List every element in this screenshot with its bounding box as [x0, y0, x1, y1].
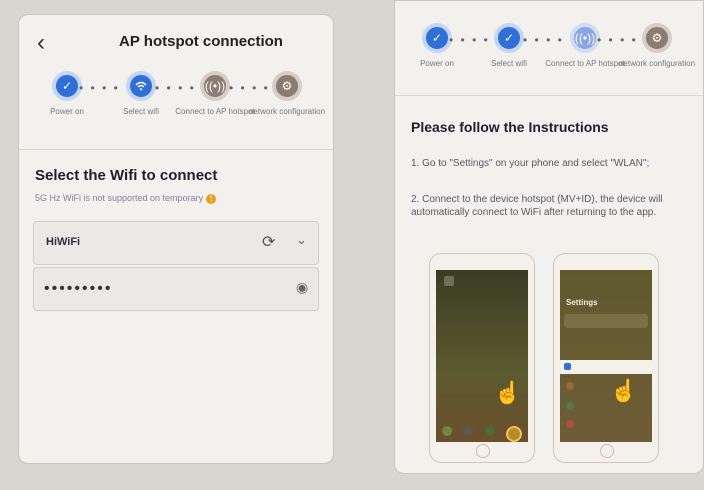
- check-icon: ✓: [422, 23, 452, 53]
- step-label: Power on: [50, 107, 84, 116]
- instructions-heading: Please follow the Instructions: [411, 119, 609, 135]
- step-network-config: ⚙ network configuration: [247, 71, 327, 116]
- back-arrow-icon[interactable]: ‹: [37, 29, 45, 57]
- hand-icon: ☝: [494, 380, 522, 405]
- section-heading: Select the Wifi to connect: [35, 167, 218, 184]
- step-label: Select wifi: [490, 59, 527, 68]
- page-title: AP hotspot connection: [119, 33, 283, 50]
- wlan-row-highlight: [558, 360, 654, 374]
- instruction-step-1: 1. Go to "Settings" on your phone and se…: [411, 158, 650, 169]
- gear-icon: ⚙: [642, 23, 672, 53]
- settings-title: Settings: [566, 298, 598, 307]
- home-button: [600, 444, 614, 458]
- divider: [19, 149, 333, 150]
- step-label: network configuration: [248, 107, 326, 116]
- refresh-icon[interactable]: ⟳: [262, 232, 275, 252]
- phone-screen: ☝: [436, 270, 528, 442]
- phone-screen: Settings ☝: [558, 270, 654, 442]
- ap-hotspot-screen: ‹ AP hotspot connection ✓ Power on • • •…: [18, 14, 334, 464]
- settings-row: [564, 314, 648, 328]
- step-label: Connect to AP hotspot: [175, 107, 255, 116]
- step-label: Power on: [420, 59, 454, 68]
- check-icon: ✓: [52, 71, 82, 101]
- progress-stepper: ✓ Power on • • • • ✓ Select wifi • • • •…: [403, 23, 699, 93]
- step-label: Connect to AP hotspot: [545, 59, 625, 68]
- phone-illustration-home: ☝: [429, 253, 535, 463]
- hand-icon: ☝: [610, 378, 638, 403]
- home-button: [476, 444, 490, 458]
- settings-icon: [566, 382, 574, 390]
- step-label: Select wifi: [122, 107, 159, 116]
- phone-illustration-settings: Settings ☝: [553, 253, 659, 463]
- step-network-config: ⚙ network configuration: [617, 23, 697, 68]
- app-icon: [444, 276, 454, 286]
- wifi-icon: [126, 71, 156, 101]
- wifi-select[interactable]: HiWiFi ⟳ ⌄: [33, 221, 319, 265]
- password-value: •••••••••: [44, 280, 113, 297]
- divider: [395, 95, 703, 96]
- ssid-value: HiWiFi: [46, 236, 81, 248]
- step-label: network configuration: [618, 59, 696, 68]
- settings-icon: [566, 402, 574, 410]
- hotspot-icon: ((•)): [200, 71, 230, 101]
- password-field[interactable]: ••••••••• ◉: [33, 267, 319, 311]
- check-icon: ✓: [494, 23, 524, 53]
- eye-icon[interactable]: ◉: [296, 279, 308, 296]
- chevron-down-icon[interactable]: ⌄: [296, 232, 307, 248]
- dock: [442, 426, 522, 442]
- progress-stepper: ✓ Power on • • • • Select wifi • • • • (…: [27, 71, 327, 141]
- unsupported-note: 5G Hz WiFi is not supported on temporary…: [35, 193, 217, 204]
- warning-icon: !: [206, 194, 217, 204]
- settings-icon: [566, 420, 574, 428]
- gear-icon: ⚙: [272, 71, 302, 101]
- hotspot-icon: ((•)): [570, 23, 600, 53]
- instructions-screen: ✓ Power on • • • • ✓ Select wifi • • • •…: [394, 0, 704, 474]
- note-text: 5G Hz WiFi is not supported on temporary: [35, 193, 204, 203]
- instruction-step-2: 2. Connect to the device hotspot (MV+ID)…: [411, 194, 663, 218]
